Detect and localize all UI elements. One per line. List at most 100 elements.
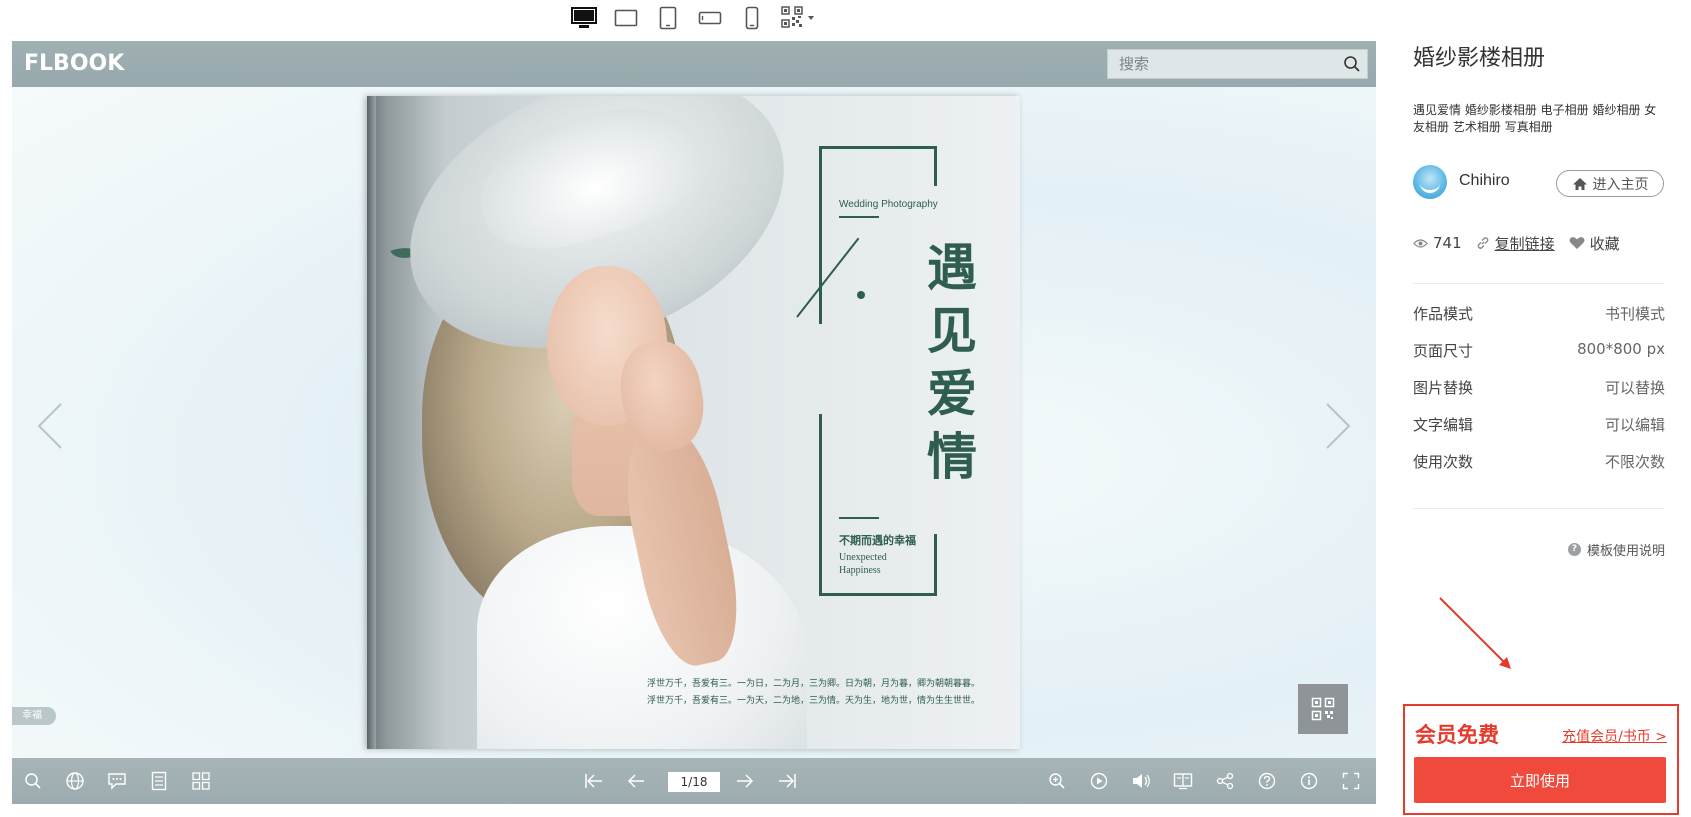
template-help-link[interactable]: ? 模板使用说明 bbox=[1567, 540, 1665, 559]
author-name[interactable]: Chihiro bbox=[1459, 172, 1510, 190]
template-title: 婚纱影楼相册 bbox=[1413, 46, 1546, 71]
toolbar-search-button[interactable] bbox=[20, 768, 46, 794]
book-mode-icon bbox=[1173, 773, 1193, 790]
frame-line bbox=[934, 534, 937, 596]
template-properties: 作品模式 书刊模式 页面尺寸 800*800 px 图片替换 可以替换 文字编辑… bbox=[1413, 303, 1665, 488]
search-input[interactable] bbox=[1108, 55, 1337, 73]
copy-link-button[interactable]: 复制链接 bbox=[1476, 233, 1555, 254]
template-tags[interactable]: 遇见爱情 婚纱影楼相册 电子相册 婚纱相册 女友相册 艺术相册 写真相册 bbox=[1413, 102, 1665, 136]
page-subtitle-en: Unexpected Happiness bbox=[839, 552, 887, 576]
avatar[interactable] bbox=[1413, 165, 1447, 199]
sound-icon bbox=[1133, 774, 1150, 788]
favorite-label: 收藏 bbox=[1589, 234, 1620, 253]
chevron-left-icon bbox=[37, 403, 62, 449]
desktop-view-button[interactable] bbox=[570, 4, 598, 32]
tablet-landscape-view-button[interactable] bbox=[612, 4, 640, 32]
share-button[interactable] bbox=[1212, 768, 1238, 794]
info-icon bbox=[1300, 772, 1318, 790]
author-row: Chihiro 进入主页 bbox=[1413, 165, 1665, 201]
qr-code-icon bbox=[1311, 697, 1335, 721]
autoplay-button[interactable] bbox=[1086, 768, 1112, 794]
property-value: 不限次数 bbox=[1604, 453, 1665, 471]
next-page-button[interactable] bbox=[732, 768, 758, 794]
flbook-logo: FLBOOK bbox=[24, 51, 125, 76]
help-label: 模板使用说明 bbox=[1586, 544, 1665, 559]
link-icon bbox=[1477, 237, 1489, 249]
use-now-button[interactable]: 立即使用 bbox=[1414, 757, 1666, 803]
info-button[interactable] bbox=[1296, 768, 1322, 794]
prev-page-icon bbox=[627, 774, 644, 788]
enter-homepage-button[interactable]: 进入主页 bbox=[1556, 170, 1664, 197]
zoom-in-icon bbox=[1049, 773, 1065, 789]
qr-code-icon bbox=[781, 6, 814, 28]
desktop-icon bbox=[571, 7, 597, 28]
accent-line bbox=[839, 517, 879, 519]
home-button-label: 进入主页 bbox=[1592, 176, 1649, 193]
comment-icon bbox=[108, 773, 126, 790]
wedding-caption: Wedding Photography bbox=[839, 199, 938, 210]
tablet-landscape-icon bbox=[614, 9, 638, 27]
toolbar-language-button[interactable] bbox=[62, 768, 88, 794]
help-icon bbox=[1258, 772, 1276, 790]
property-row: 页面尺寸 800*800 px bbox=[1413, 340, 1665, 377]
prev-page-arrow[interactable] bbox=[30, 396, 70, 456]
tablet-portrait-view-button[interactable] bbox=[654, 4, 682, 32]
page-subtitle-cn: 不期而遇的幸福 bbox=[839, 534, 916, 547]
favorite-button[interactable]: 收藏 bbox=[1569, 233, 1620, 254]
grid-icon bbox=[192, 772, 210, 790]
phone-landscape-icon bbox=[698, 11, 722, 25]
document-icon bbox=[151, 771, 167, 791]
question-icon: ? bbox=[1567, 543, 1581, 556]
title-frame bbox=[819, 146, 937, 596]
frame-line bbox=[819, 593, 937, 596]
zoom-in-button[interactable] bbox=[1044, 768, 1070, 794]
tablet-portrait-icon bbox=[659, 6, 677, 30]
property-row: 使用次数 不限次数 bbox=[1413, 451, 1665, 488]
last-page-icon bbox=[779, 774, 796, 788]
next-page-arrow[interactable] bbox=[1318, 396, 1358, 456]
pointer-arrow-icon bbox=[1439, 597, 1511, 669]
app-root: FLBOOK 搜索 Wedding Photography 遇见爱情 不期而遇的… bbox=[0, 0, 1691, 817]
prev-page-button[interactable] bbox=[623, 768, 649, 794]
toolbar-thumbnails-button[interactable] bbox=[188, 768, 214, 794]
member-free-label: 会员免费 bbox=[1415, 723, 1499, 747]
frame-line bbox=[819, 414, 822, 596]
book-mode-button[interactable] bbox=[1170, 768, 1196, 794]
first-page-icon bbox=[585, 774, 602, 788]
page-number-input[interactable] bbox=[668, 772, 720, 792]
frame-line bbox=[819, 146, 937, 149]
book-page[interactable]: Wedding Photography 遇见爱情 不期而遇的幸福 Unexpec… bbox=[367, 96, 1020, 749]
last-page-button[interactable] bbox=[774, 768, 800, 794]
frame-line bbox=[934, 146, 937, 186]
property-row: 作品模式 书刊模式 bbox=[1413, 303, 1665, 340]
viewer-toolbar bbox=[12, 758, 1376, 804]
view-count-value: 741 bbox=[1433, 234, 1462, 252]
search-icon[interactable] bbox=[1337, 49, 1367, 79]
accent-line bbox=[839, 216, 879, 218]
stats-row: 741 复制链接 收藏 bbox=[1413, 232, 1634, 254]
poem-line: 浮世万千，吾爱有三。一为日，二为月，三为卿。日为朝，月为暮，卿为朝朝暮暮。 bbox=[647, 679, 981, 689]
help-button[interactable] bbox=[1254, 768, 1280, 794]
property-row: 文字编辑 可以编辑 bbox=[1413, 414, 1665, 451]
qr-code-view-button[interactable] bbox=[780, 4, 818, 32]
property-value: 可以替换 bbox=[1604, 379, 1665, 397]
property-key: 页面尺寸 bbox=[1413, 342, 1474, 360]
phone-portrait-icon bbox=[745, 6, 759, 30]
phone-portrait-view-button[interactable] bbox=[738, 4, 766, 32]
qr-code-button[interactable] bbox=[1298, 684, 1348, 734]
first-page-button[interactable] bbox=[581, 768, 607, 794]
divider bbox=[1413, 283, 1665, 284]
phone-landscape-view-button[interactable] bbox=[696, 4, 724, 32]
copy-link-label[interactable]: 复制链接 bbox=[1495, 233, 1555, 254]
sound-button[interactable] bbox=[1128, 768, 1154, 794]
play-icon bbox=[1090, 772, 1108, 790]
side-tag[interactable]: 幸福 bbox=[12, 707, 56, 725]
toolbar-document-button[interactable] bbox=[146, 768, 172, 794]
fullscreen-button[interactable] bbox=[1338, 768, 1364, 794]
property-key: 文字编辑 bbox=[1413, 416, 1474, 434]
template-info-panel: 婚纱影楼相册 遇见爱情 婚纱影楼相册 电子相册 婚纱相册 女友相册 艺术相册 写… bbox=[1413, 0, 1665, 817]
toolbar-comment-button[interactable] bbox=[104, 768, 130, 794]
recharge-link[interactable]: 充值会员/书币 > bbox=[1562, 726, 1667, 746]
property-key: 使用次数 bbox=[1413, 453, 1474, 471]
property-key: 作品模式 bbox=[1413, 305, 1474, 323]
